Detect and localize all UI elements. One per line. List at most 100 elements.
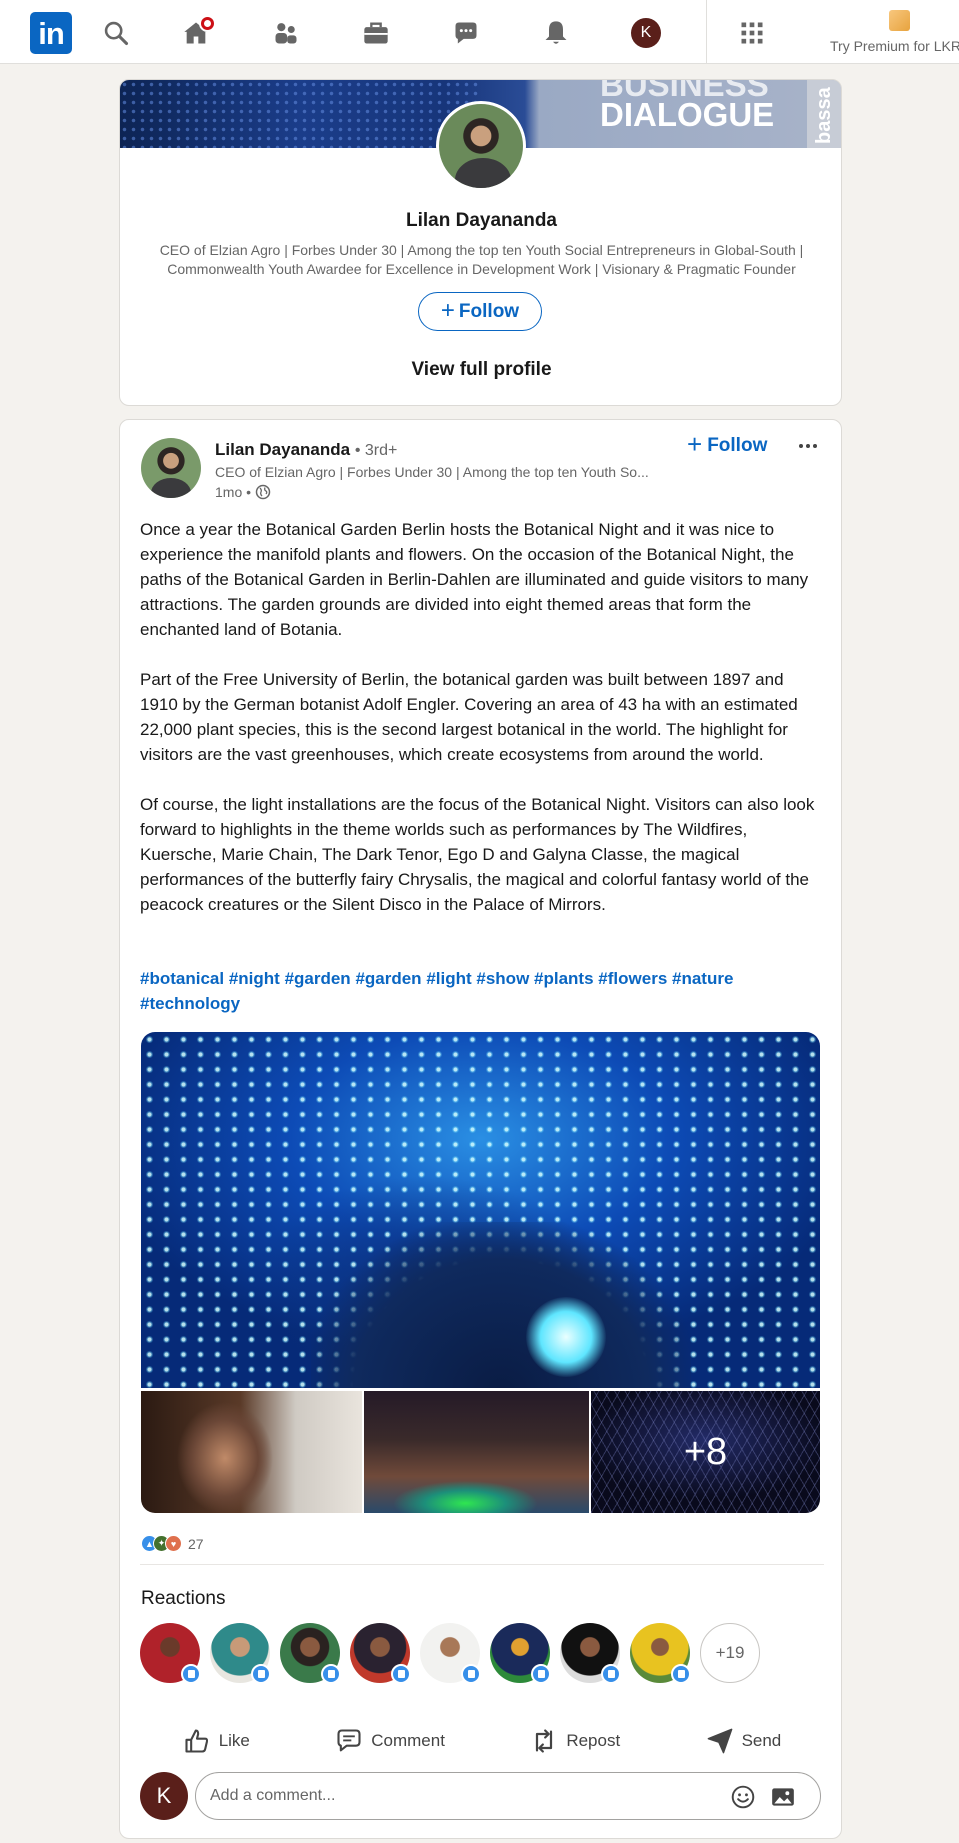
reactor-avatar[interactable] — [210, 1623, 271, 1684]
post-action-bar: Like Comment Repost Send — [140, 1716, 824, 1766]
like-badge-icon — [251, 1664, 271, 1684]
send-button[interactable]: Send — [696, 1719, 792, 1763]
hashtag-link[interactable]: #garden — [355, 969, 421, 988]
crowd-silhouettes — [311, 1222, 691, 1388]
banner-side-strip: bassa — [807, 80, 841, 148]
post-body: Once a year the Botanical Garden Berlin … — [140, 517, 824, 942]
jobs-icon[interactable] — [360, 17, 392, 49]
top-navigation-bar: in K Try Premium for LKR — [0, 0, 959, 64]
comment-label: Comment — [371, 1731, 445, 1750]
search-icon[interactable] — [100, 17, 132, 49]
reactor-avatar[interactable] — [140, 1623, 201, 1684]
like-badge-icon — [601, 1664, 621, 1684]
post-paragraph: Of course, the light installations are t… — [140, 795, 815, 914]
try-premium-link[interactable]: Try Premium for LKR — [830, 38, 959, 54]
more-reactors-button[interactable]: +19 — [700, 1623, 760, 1683]
reactor-avatars: +19 — [140, 1623, 760, 1684]
profile-headline: CEO of Elzian Agro | Forbes Under 30 | A… — [159, 242, 804, 277]
comment-icon — [337, 1729, 361, 1752]
profile-photo[interactable] — [436, 101, 526, 191]
plus-icon: + — [440, 296, 455, 324]
thumbs-up-icon — [185, 1729, 208, 1753]
post-author-name[interactable]: Lilan Dayananda — [215, 440, 350, 459]
reactions-heading: Reactions — [141, 1588, 226, 1609]
view-full-profile-link[interactable]: View full profile — [120, 359, 841, 381]
send-label: Send — [741, 1731, 782, 1750]
reactor-avatar[interactable] — [350, 1623, 411, 1684]
repost-icon — [536, 1729, 553, 1753]
reactions-summary[interactable]: ▲ ✦ ♥ 27 — [141, 1535, 204, 1552]
post-image-thumbnail[interactable]: +8 — [591, 1391, 820, 1513]
profile-card: BUSINESS DIALOGUE bassa Lilan Dayananda … — [119, 79, 842, 406]
hashtag-link[interactable]: #light — [426, 969, 471, 988]
post-time: 1mo • — [215, 484, 252, 500]
post-hashtags: #botanical #night #garden #garden #light… — [140, 966, 824, 1016]
hashtag-link[interactable]: #show — [476, 969, 529, 988]
divider — [140, 1564, 824, 1565]
like-badge-icon — [531, 1664, 551, 1684]
post-meta: 1mo • — [215, 484, 271, 500]
banner-logo-text: BUSINESS DIALOGUE — [600, 80, 774, 131]
banner-text-line1: BUSINESS — [600, 80, 769, 103]
post-image-thumbnail[interactable] — [364, 1391, 589, 1513]
love-reaction-icon: ♥ — [165, 1535, 182, 1552]
post-author-line: Lilan Dayananda • 3rd+ — [215, 440, 397, 460]
hashtag-link[interactable]: #garden — [285, 969, 351, 988]
my-network-icon[interactable] — [270, 17, 302, 49]
notifications-icon[interactable] — [540, 17, 572, 49]
work-grid-icon[interactable] — [736, 17, 768, 49]
glowing-orb — [526, 1297, 606, 1377]
hashtag-link[interactable]: #technology — [140, 994, 240, 1013]
me-avatar[interactable]: K — [631, 18, 661, 48]
reactor-avatar[interactable] — [420, 1623, 481, 1684]
premium-icon[interactable] — [889, 10, 910, 31]
like-badge-icon — [181, 1664, 201, 1684]
post-author-avatar[interactable] — [141, 438, 201, 498]
hashtag-link[interactable]: #nature — [672, 969, 733, 988]
profile-name[interactable]: Lilan Dayananda — [120, 210, 841, 232]
messaging-icon[interactable] — [450, 17, 482, 49]
hashtag-link[interactable]: #plants — [534, 969, 594, 988]
more-images-overlay[interactable]: +8 — [591, 1391, 820, 1513]
reactor-avatar[interactable] — [280, 1623, 341, 1684]
plus-icon: + — [687, 429, 703, 459]
hashtag-link[interactable]: #flowers — [598, 969, 667, 988]
repost-button[interactable]: Repost — [520, 1719, 630, 1763]
banner-side-text: bassa — [813, 87, 835, 144]
more-options-button[interactable] — [796, 438, 820, 454]
post-follow-button[interactable]: + Follow — [687, 429, 768, 459]
emoji-icon[interactable] — [730, 1784, 756, 1810]
reactor-avatar[interactable] — [630, 1623, 691, 1684]
profile-follow-label: Follow — [458, 300, 520, 322]
reactor-avatar[interactable] — [490, 1623, 551, 1684]
post-follow-label: Follow — [707, 434, 768, 456]
linkedin-logo[interactable]: in — [30, 12, 72, 54]
image-icon[interactable] — [770, 1784, 796, 1810]
hashtag-link[interactable]: #night — [229, 969, 280, 988]
connection-degree: • 3rd+ — [354, 442, 398, 459]
like-badge-icon — [671, 1664, 691, 1684]
repost-label: Repost — [566, 1731, 621, 1750]
post-paragraph: Part of the Free University of Berlin, t… — [140, 670, 798, 764]
reaction-icons: ▲ ✦ ♥ — [141, 1535, 182, 1552]
like-badge-icon — [321, 1664, 341, 1684]
profile-follow-button[interactable]: + Follow — [418, 292, 542, 331]
comment-input[interactable] — [195, 1772, 821, 1820]
banner-crowd-image — [120, 80, 480, 148]
commenter-avatar[interactable]: K — [140, 1772, 188, 1820]
post-image-thumbnail[interactable] — [141, 1391, 362, 1513]
reaction-count: 27 — [188, 1535, 204, 1552]
like-label: Like — [218, 1731, 250, 1750]
hashtag-link[interactable]: #botanical — [140, 969, 224, 988]
nav-divider — [706, 0, 707, 64]
post-main-image[interactable] — [141, 1032, 820, 1388]
send-icon — [707, 1728, 732, 1754]
reactor-avatar[interactable] — [560, 1623, 621, 1684]
like-button[interactable]: Like — [173, 1719, 260, 1763]
home-notification-dot — [199, 15, 216, 32]
comment-composer: K — [140, 1772, 824, 1822]
post-author-headline: CEO of Elzian Agro | Forbes Under 30 | A… — [215, 464, 649, 480]
like-badge-icon — [391, 1664, 411, 1684]
comment-button[interactable]: Comment — [325, 1719, 455, 1763]
like-badge-icon — [461, 1664, 481, 1684]
